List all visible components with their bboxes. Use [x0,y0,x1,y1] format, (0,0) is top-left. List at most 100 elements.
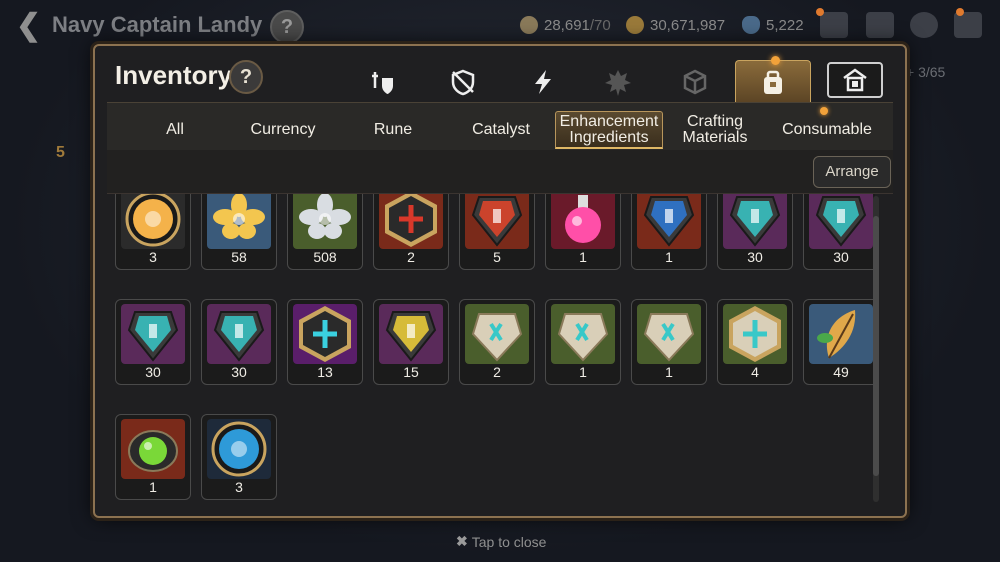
inventory-slot[interactable]: 1 [545,299,621,385]
tab-enhancement-ingredients[interactable]: Enhancement Ingredients [555,111,663,149]
gold-resource: 30,671,987 [626,16,725,34]
gold-icon [626,16,644,34]
item-art-icon [729,196,781,247]
tab-consumable[interactable]: Consumable [771,111,883,149]
tap-to-close[interactable]: ✖ Tap to close [456,533,546,550]
item-art-icon [643,313,695,362]
item-stone-rune-star [723,304,787,364]
item-count: 30 [231,364,247,380]
item-stone-rune-spiral [551,304,615,364]
gold-value: 30,671,987 [650,16,726,34]
panel-title: Inventory [115,60,233,90]
item-art-icon [817,310,856,359]
item-silver-flower [293,194,357,249]
item-art-icon [299,194,351,239]
inventory-slot[interactable]: 508 [287,194,363,270]
item-purple-rune-hammer [379,304,443,364]
tab-artifact[interactable] [505,60,581,104]
tab-crafting-line1: Crafting [686,113,744,130]
inventory-slot[interactable]: 2 [373,194,449,270]
inventory-slot[interactable]: 5 [459,194,535,270]
item-count: 1 [665,249,673,265]
item-art-icon [385,311,437,362]
inventory-slot[interactable]: 30 [115,299,191,385]
skystone-value: 5,222 [766,16,804,34]
item-blue-rune-orb [207,419,271,479]
item-count: 3 [149,249,157,265]
inventory-slot[interactable]: 30 [717,194,793,270]
tab-weapon-armor[interactable] [345,60,421,104]
tab-enhancement-line2: Ingredients [569,128,649,146]
inventory-slot[interactable]: 3 [201,414,277,500]
tab-rune[interactable]: Rune [345,111,441,149]
item-count: 508 [313,249,337,265]
scrollbar-thumb[interactable] [873,216,879,476]
item-chibi-penguin [121,194,185,249]
inventory-slot[interactable]: 49 [803,299,875,385]
menu-notification-dot [956,8,964,16]
background-help-icon[interactable]: ? [270,10,304,44]
item-art-icon [729,306,781,362]
item-count: 58 [231,249,247,265]
inventory-slot[interactable]: 1 [631,194,707,270]
item-stone-rune-sword [465,304,529,364]
tab-storehouse[interactable] [827,62,883,98]
item-art-icon [128,430,178,472]
item-art-icon [385,194,437,247]
item-art-icon [643,196,695,247]
cube-material-icon [683,69,707,95]
inventory-slot[interactable]: 4 [717,299,793,385]
item-grid: 3 58 508 2 5 1 1 30 30 30 30 13 15 2 1 1 4 49 1 3 [115,194,875,510]
inventory-slot[interactable]: 1 [631,299,707,385]
skystone-resource: 5,222 [742,16,804,34]
item-art-icon [127,311,179,362]
item-art-icon [557,313,609,362]
item-art-icon [213,194,265,239]
mail-icon[interactable] [866,12,894,38]
inventory-slot[interactable]: 58 [201,194,277,270]
category-tabs: All Currency Rune Catalyst Enhancement I… [107,102,893,150]
close-icon: ✖ [456,533,468,549]
arrange-button[interactable]: Arrange [813,156,891,188]
inventory-slot[interactable]: 13 [287,299,363,385]
tab-currency[interactable]: Currency [235,111,331,149]
item-teal-rune-shield [121,304,185,364]
item-blue-rune [637,194,701,249]
stamina-max: /70 [589,16,611,34]
item-teal-rune-boot [207,304,271,364]
stamina-icon [520,16,538,34]
chat-icon[interactable] [910,12,938,38]
weapon-armor-icon [372,72,393,94]
inventory-slot[interactable]: 2 [459,299,535,385]
tab-accessory[interactable] [425,60,501,104]
item-count: 4 [751,364,759,380]
item-count: 49 [833,364,849,380]
item-red-catalyst [379,194,443,249]
tab-material-box[interactable] [657,60,733,104]
item-grid-scrollbar[interactable] [873,196,879,502]
item-art-icon [299,306,351,362]
tab-all[interactable]: All [127,111,223,149]
inventory-slot[interactable]: 15 [373,299,449,385]
item-art-icon [471,313,523,362]
item-count: 15 [403,364,419,380]
item-count: 1 [149,479,157,495]
tab-gem[interactable] [580,60,656,104]
tap-to-close-label: Tap to close [471,533,547,550]
item-count: 30 [747,249,763,265]
inventory-slot[interactable]: 3 [115,194,191,270]
back-arrow-icon[interactable]: ❮ [16,10,44,42]
background-page-title: Navy Captain Landy [52,12,263,37]
friends-icon[interactable] [820,12,848,38]
tab-material-bag[interactable] [735,60,811,104]
inventory-slot[interactable]: 1 [115,414,191,500]
tab-crafting-materials[interactable]: Crafting Materials [667,111,763,149]
inventory-slot[interactable]: 30 [803,194,875,270]
tab-catalyst[interactable]: Catalyst [453,111,549,149]
inventory-slot[interactable]: 1 [545,194,621,270]
inventory-help-button[interactable]: ? [229,60,263,94]
item-count: 3 [235,479,243,495]
item-art-icon [213,311,265,362]
inventory-slot[interactable]: 30 [201,299,277,385]
artifact-bolt-icon [535,70,551,94]
